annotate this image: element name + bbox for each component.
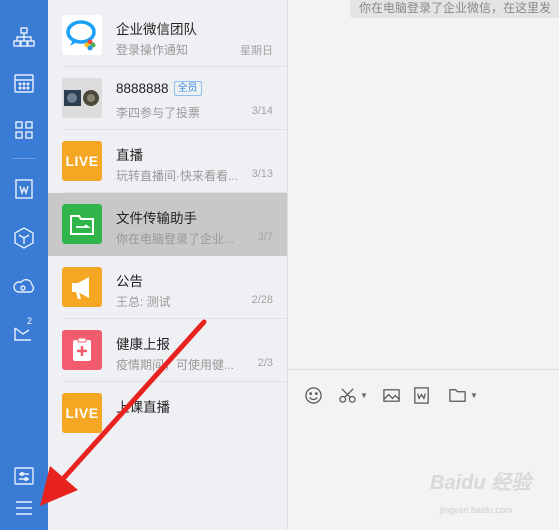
group-photo-avatar	[62, 78, 102, 118]
conversation-name: 直播	[116, 148, 143, 163]
baidu-watermark: Baidu 经验	[430, 472, 532, 494]
conversation-item-wecom-team[interactable]: 企业微信团队 登录操作通知 星期日	[48, 4, 287, 67]
live-avatar: LIVE	[62, 141, 102, 181]
settings-sliders-icon[interactable]	[12, 464, 36, 488]
conversation-time: 3/13	[251, 168, 273, 180]
sidebar-divider	[12, 158, 36, 159]
mail-icon[interactable]	[12, 320, 36, 344]
conversation-time: 2/28	[251, 294, 273, 306]
live-avatar-text: LIVE	[65, 153, 99, 169]
emoji-icon[interactable]	[304, 384, 323, 406]
conversation-time: 3/7	[257, 231, 273, 243]
conversation-name: 文件传输助手	[116, 211, 197, 226]
conversation-time: 2/3	[257, 357, 273, 369]
cube-icon[interactable]	[12, 226, 36, 250]
conversation-name: 8888888 全员	[116, 81, 202, 96]
live-avatar-text: LIVE	[65, 405, 99, 421]
sidebar: 2	[0, 0, 48, 530]
word-doc-icon[interactable]	[412, 384, 431, 406]
conversation-name: 上课直播	[116, 400, 170, 415]
conversation-item-announcement[interactable]: 公告 王总: 测试 2/28	[48, 256, 287, 319]
conversation-item-health-report[interactable]: 健康上报 疫情期间，可使用健... 2/3	[48, 319, 287, 382]
conversation-name: 公告	[116, 274, 143, 289]
conversation-preview: 疫情期间，可使用健...	[116, 358, 235, 372]
org-chart-icon[interactable]	[12, 25, 36, 49]
conversation-time: 星期日	[240, 45, 273, 57]
menu-icon[interactable]	[12, 496, 36, 520]
wecom-logo-avatar	[62, 15, 102, 55]
conversation-name: 健康上报	[116, 337, 170, 352]
conversation-item-live[interactable]: LIVE 直播 玩转直播间·快来看看... 3/13	[48, 130, 287, 193]
image-icon[interactable]	[382, 384, 401, 406]
input-divider	[288, 369, 559, 370]
chevron-down-icon[interactable]: ▼	[360, 391, 368, 400]
baidu-watermark-url: jingyan.baidu.com	[440, 505, 513, 515]
folder-icon[interactable]: ▼	[448, 384, 478, 406]
conversation-item-file-transfer[interactable]: 文件传输助手 你在电脑登录了企业... 3/7	[48, 193, 287, 256]
cloud-disk-icon[interactable]	[12, 273, 36, 297]
mail-badge: 2	[27, 316, 33, 326]
chat-area: 你在电脑登录了企业微信，在这里发 ▼ ▼	[288, 0, 559, 530]
all-staff-badge: 全员	[173, 81, 202, 96]
conversation-name: 企业微信团队	[116, 22, 197, 37]
conversation-item-8888888[interactable]: 8888888 全员 李四参与了投票 3/14	[48, 67, 287, 130]
conversation-item-class-live[interactable]: LIVE 上课直播	[48, 382, 287, 445]
message-bubble: 你在电脑登录了企业微信，在这里发	[350, 0, 559, 18]
folder-avatar	[62, 204, 102, 244]
health-avatar	[62, 330, 102, 370]
conversation-preview: 玩转直播间·快来看看...	[116, 169, 238, 183]
conversation-preview: 你在电脑登录了企业...	[116, 232, 235, 246]
apps-grid-icon[interactable]	[12, 118, 36, 142]
document-w-icon[interactable]	[12, 177, 36, 201]
conversation-preview: 王总: 测试	[116, 295, 171, 309]
conversation-preview: 登录操作通知	[116, 43, 189, 57]
chevron-down-icon[interactable]: ▼	[470, 391, 478, 400]
conversation-time: 3/14	[251, 105, 273, 117]
calendar-icon[interactable]	[12, 71, 36, 95]
conversation-list: 企业微信团队 登录操作通知 星期日 8888888 全员 李四参与了投票 3/14…	[48, 0, 288, 530]
live-avatar: LIVE	[62, 393, 102, 433]
conversation-preview: 李四参与了投票	[116, 106, 201, 120]
scissors-icon[interactable]: ▼	[338, 384, 368, 406]
megaphone-avatar	[62, 267, 102, 307]
